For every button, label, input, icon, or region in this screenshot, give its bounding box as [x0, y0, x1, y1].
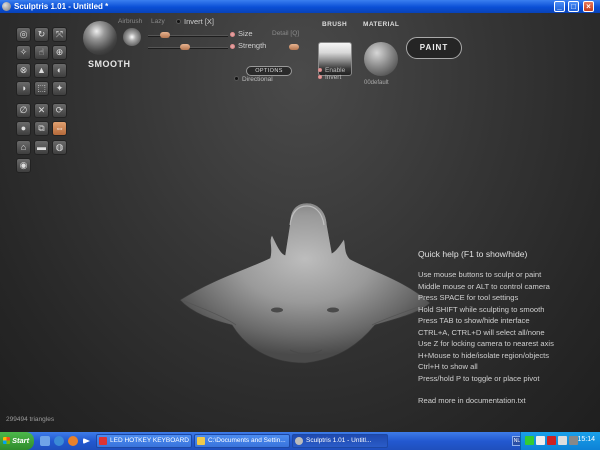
start-label: Start — [12, 436, 30, 445]
task-label: Sculptris 1.01 - Untitl... — [306, 437, 372, 444]
task-explorer[interactable]: C:\Documents and Settin... — [194, 434, 290, 448]
quick-help-line: Press/hold P to toggle or place pivot — [418, 373, 540, 383]
folder-icon — [197, 437, 205, 445]
task-led-hotkey[interactable]: LED HOTKEY KEYBOARD — [96, 434, 192, 448]
quick-help-panel: Quick help (F1 to show/hide) Use mouse b… — [418, 249, 554, 407]
desktop-icon[interactable] — [40, 436, 50, 446]
close-button[interactable]: × — [583, 1, 594, 12]
quick-help-title: Quick help (F1 to show/hide) — [418, 249, 528, 259]
app-window-icon — [99, 437, 107, 445]
tray-volume-icon[interactable] — [558, 436, 567, 445]
quick-help-line: Use Z for locking camera to nearest axis — [418, 339, 554, 348]
sculpt-left-eye — [271, 307, 283, 313]
quick-help-line: Ctrl+H to show all — [418, 362, 478, 371]
task-sculptris[interactable]: Sculptris 1.01 - Untitl... — [292, 434, 388, 448]
firefox-icon[interactable] — [68, 436, 78, 446]
quick-help-line: H+Mouse to hide/isolate region/objects — [418, 350, 550, 360]
sculptris-window: Sculptris 1.01 - Untitled * _ □ × ◎ ↻ ⤧ … — [0, 0, 600, 450]
sculpt-right-eye — [327, 307, 339, 313]
expand-chevron-icon[interactable] — [83, 438, 90, 444]
sculpt-body[interactable] — [179, 202, 431, 364]
windows-logo-icon — [3, 437, 10, 444]
3d-viewport[interactable]: ◎ ↻ ⤧ ✧ ☝ ⊕ ⊗ ▲ ◐ ◑ ⬚ ✦ ∅ ✕ ⟳ ⇔ ● ⧉ ⌂ ▬ … — [0, 13, 600, 432]
tray-network-icon[interactable] — [536, 436, 545, 445]
minimize-button[interactable]: _ — [554, 1, 565, 12]
system-tray: 15:14 — [520, 432, 600, 450]
tray-ati-icon[interactable] — [547, 436, 556, 445]
quick-help-line: Use mouse buttons to sculpt or paint — [418, 270, 542, 279]
sculptris-task-icon — [295, 437, 303, 445]
taskbar-clock[interactable]: 15:14 — [577, 436, 595, 443]
tray-app-icon[interactable] — [525, 436, 534, 445]
windows-taskbar: Start LED HOTKEY KEYBOARD C:\Documents a… — [0, 432, 600, 450]
quick-help-line: Middle mouse or ALT to control camera — [418, 281, 550, 291]
quick-help-line: Press TAB to show/hide interface — [418, 316, 530, 325]
sculptris-app-icon — [2, 2, 11, 11]
quick-help-footer: Read more in documentation.txt — [418, 396, 526, 405]
task-label: LED HOTKEY KEYBOARD — [110, 437, 189, 444]
task-label: C:\Documents and Settin... — [208, 437, 286, 444]
maximize-button[interactable]: □ — [568, 1, 579, 12]
title-bar[interactable]: Sculptris 1.01 - Untitled * _ □ × — [0, 0, 600, 13]
quick-help-line: Hold SHIFT while sculpting to smooth — [418, 304, 545, 314]
triangle-count: 299494 triangles — [6, 416, 55, 423]
quick-help-line: CTRL+A, CTRL+D will select all/none — [418, 327, 545, 337]
internet-explorer-icon[interactable] — [54, 436, 64, 446]
quick-help-line: Press SPACE for tool settings — [418, 293, 519, 302]
start-button[interactable]: Start — [0, 432, 34, 450]
window-title: Sculptris 1.01 - Untitled * — [14, 2, 109, 11]
